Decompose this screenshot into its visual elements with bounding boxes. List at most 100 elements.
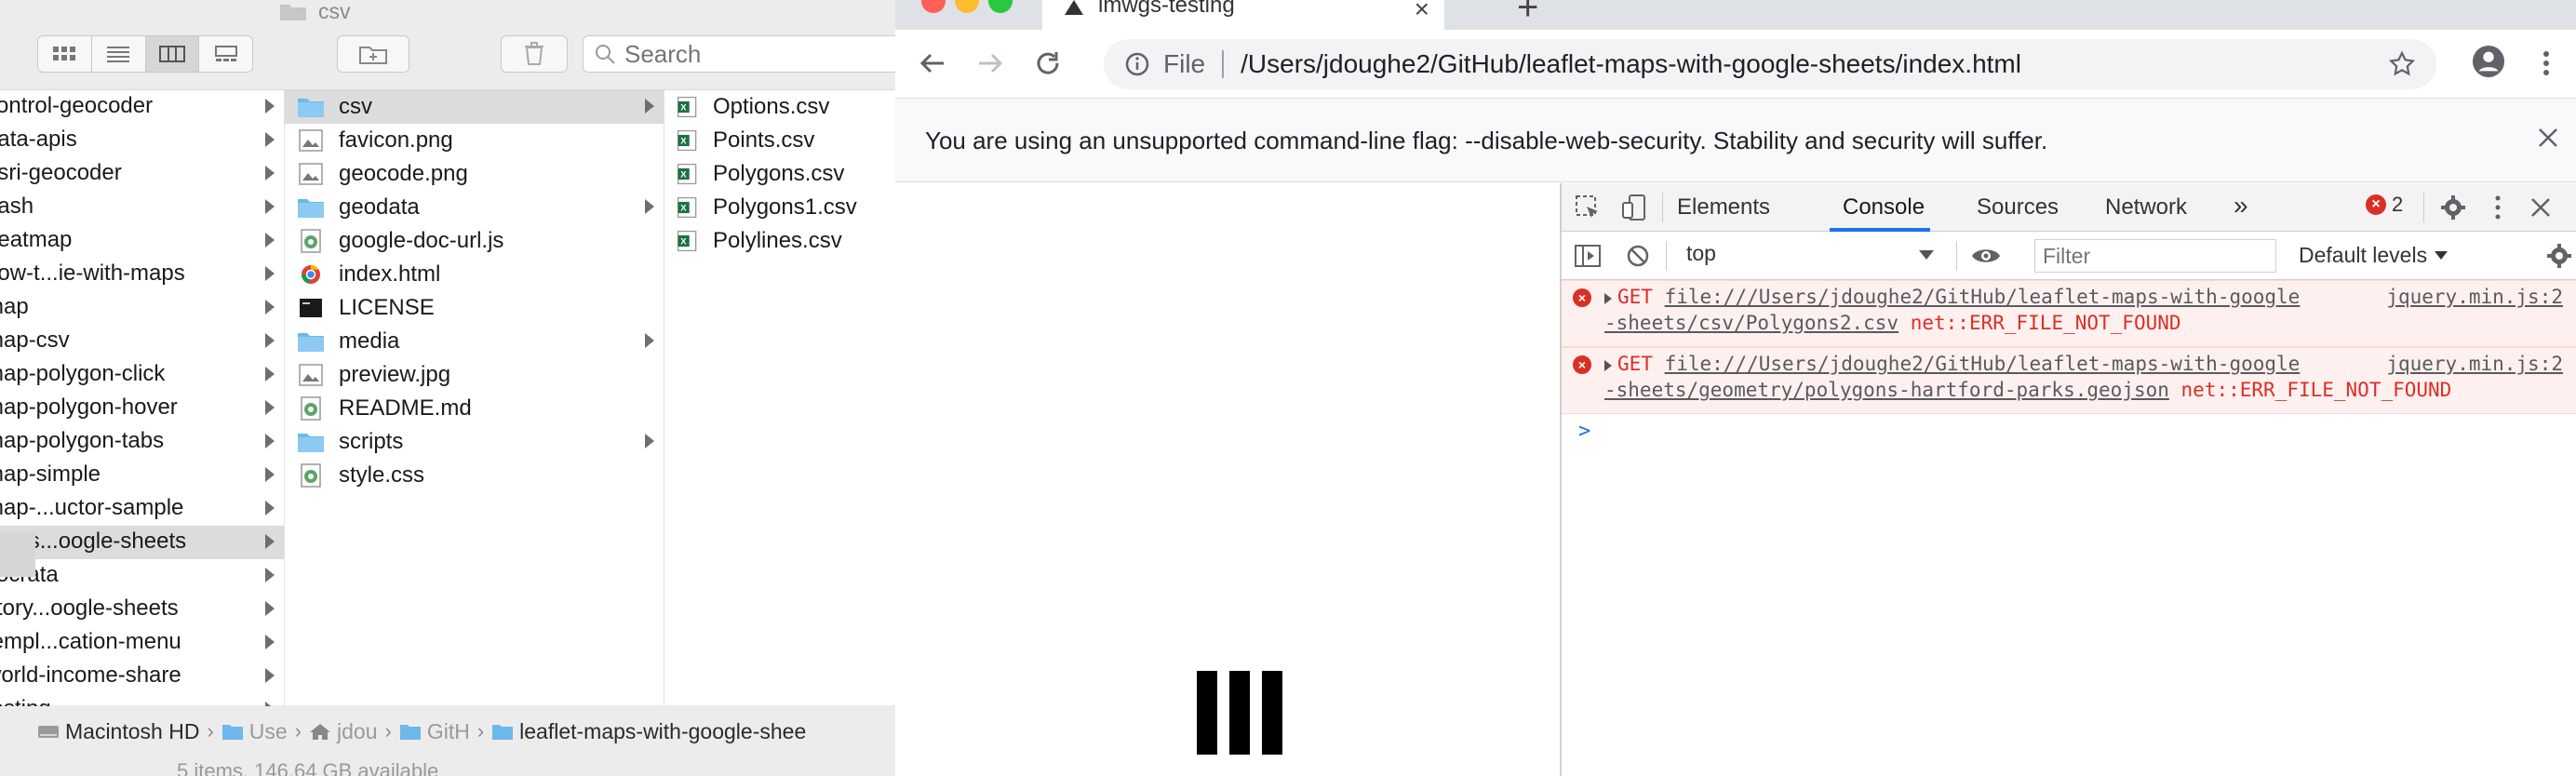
console-prompt[interactable]: > bbox=[1578, 420, 1590, 443]
search-input[interactable] bbox=[624, 39, 866, 69]
list-view-button[interactable] bbox=[92, 36, 146, 72]
minimize-window-button[interactable] bbox=[955, 0, 979, 13]
new-tab-button[interactable]: + bbox=[1517, 0, 1538, 29]
bookmark-star-icon[interactable] bbox=[2388, 50, 2416, 78]
new-folder-button[interactable] bbox=[337, 35, 409, 73]
list-item[interactable]: preview.jpg bbox=[285, 358, 664, 392]
list-item[interactable]: X Polylines.csv bbox=[664, 224, 895, 258]
path-segment[interactable]: jdou bbox=[309, 719, 377, 744]
list-item[interactable]: map-simple bbox=[0, 459, 284, 492]
source-link[interactable]: jquery.min.js:2 bbox=[2386, 352, 2563, 376]
expand-triangle-icon[interactable] bbox=[1604, 360, 1612, 371]
list-item[interactable]: X Points.csv bbox=[664, 124, 895, 157]
list-item-label: csv bbox=[339, 94, 372, 119]
more-tabs-icon[interactable]: » bbox=[2234, 191, 2248, 221]
device-toolbar-button[interactable] bbox=[1619, 193, 1649, 222]
finder-search-field[interactable] bbox=[583, 35, 899, 73]
close-tab-icon[interactable]: × bbox=[1415, 0, 1429, 24]
profile-button[interactable] bbox=[2472, 45, 2505, 78]
list-item[interactable]: map-polygon-tabs bbox=[0, 425, 284, 459]
list-item[interactable]: hash bbox=[0, 191, 284, 224]
list-item[interactable]: heatmap bbox=[0, 224, 284, 258]
list-item[interactable]: X Options.csv bbox=[664, 90, 895, 124]
list-item[interactable]: index.html bbox=[285, 258, 664, 291]
list-item[interactable]: map-polygon-hover bbox=[0, 392, 284, 425]
request-url-cont[interactable]: -sheets/geometry/polygons-hartford-parks… bbox=[1604, 379, 2169, 401]
list-item[interactable]: geodata bbox=[285, 191, 664, 224]
list-item[interactable]: style.css bbox=[285, 459, 664, 492]
forward-button[interactable] bbox=[973, 47, 1007, 80]
source-link[interactable]: jquery.min.js:2 bbox=[2386, 285, 2563, 309]
back-button[interactable] bbox=[916, 47, 949, 80]
log-levels-dropdown[interactable]: Default levels bbox=[2299, 243, 2449, 268]
list-item[interactable]: world-income-share bbox=[0, 660, 284, 693]
tab-console[interactable]: Console bbox=[1843, 194, 1925, 221]
path-segment[interactable]: GitH bbox=[399, 719, 470, 744]
list-item[interactable]: map-...uctor-sample bbox=[0, 492, 284, 526]
list-item[interactable]: socrata bbox=[0, 559, 284, 593]
context-selector[interactable]: top bbox=[1686, 241, 1939, 271]
path-segment[interactable]: Macintosh HD bbox=[37, 719, 199, 744]
list-item[interactable]: geocode.png bbox=[285, 157, 664, 191]
list-item[interactable]: how-t...ie-with-maps bbox=[0, 258, 284, 291]
request-url[interactable]: file:///Users/jdoughe2/GitHub/leaflet-ma… bbox=[1665, 353, 2301, 375]
list-item[interactable]: X Polygons1.csv bbox=[664, 191, 895, 224]
devtools-settings-button[interactable] bbox=[2438, 193, 2468, 222]
spreadsheet-file-icon: X bbox=[676, 94, 700, 120]
list-item[interactable]: favicon.png bbox=[285, 124, 664, 157]
list-item[interactable]: esri-geocoder bbox=[0, 157, 284, 191]
list-item[interactable]: X Polygons.csv bbox=[664, 157, 895, 191]
list-item[interactable]: templ...cation-menu bbox=[0, 626, 284, 660]
chrome-menu-button[interactable] bbox=[2529, 47, 2563, 80]
reload-button[interactable] bbox=[1031, 47, 1065, 80]
path-segment[interactable]: leaflet-maps-with-google-shee bbox=[491, 719, 806, 744]
devtools-menu-button[interactable] bbox=[2483, 193, 2513, 222]
url-text[interactable]: /Users/jdoughe2/GitHub/leaflet-maps-with… bbox=[1241, 49, 2021, 79]
console-sidebar-button[interactable] bbox=[1573, 241, 1603, 271]
error-counter[interactable]: × 2 bbox=[2366, 193, 2403, 217]
tab-network[interactable]: Network bbox=[2105, 194, 2187, 221]
close-window-button[interactable] bbox=[921, 0, 946, 13]
inspect-element-button[interactable] bbox=[1573, 193, 1603, 222]
address-bar[interactable]: File /Users/jdoughe2/GitHub/leaflet-maps… bbox=[1104, 39, 2436, 89]
request-url-cont[interactable]: -sheets/csv/Polygons2.csv bbox=[1604, 312, 1898, 334]
path-segment[interactable]: Use bbox=[221, 719, 288, 744]
inspect-icon bbox=[1576, 195, 1598, 218]
icon-view-button[interactable] bbox=[38, 36, 92, 72]
list-item[interactable]: testing bbox=[0, 693, 284, 706]
zoom-window-button[interactable] bbox=[988, 0, 1013, 13]
console-error-message[interactable]: × GET file:///Users/jdoughe2/GitHub/leaf… bbox=[1562, 280, 2576, 347]
list-item-label: hash bbox=[0, 194, 34, 219]
trash-button[interactable] bbox=[501, 35, 568, 73]
console-error-message[interactable]: × GET file:///Users/jdoughe2/GitHub/leaf… bbox=[1562, 347, 2576, 414]
request-url[interactable]: file:///Users/jdoughe2/GitHub/leaflet-ma… bbox=[1665, 286, 2301, 308]
list-item[interactable]: map-polygon-click bbox=[0, 358, 284, 392]
list-item[interactable]: maps...oogle-sheets bbox=[0, 526, 284, 559]
list-item-label: map-simple bbox=[0, 462, 101, 487]
devtools-close-button[interactable] bbox=[2526, 193, 2556, 222]
list-item[interactable]: control-geocoder bbox=[0, 90, 284, 124]
list-item-label: testing bbox=[0, 696, 51, 706]
tab-sources[interactable]: Sources bbox=[1977, 194, 2059, 221]
list-item[interactable]: google-doc-url.js bbox=[285, 224, 664, 258]
live-expression-button[interactable] bbox=[1971, 241, 2001, 271]
console-filter-input[interactable] bbox=[2034, 239, 2276, 273]
list-item[interactable]: README.md bbox=[285, 392, 664, 425]
list-item[interactable]: map-csv bbox=[0, 325, 284, 358]
gallery-view-button[interactable] bbox=[199, 36, 252, 72]
list-item[interactable]: scripts bbox=[285, 425, 664, 459]
infobar-close-button[interactable] bbox=[2537, 127, 2559, 154]
arrow-left-icon bbox=[919, 53, 944, 74]
list-item[interactable]: LICENSE bbox=[285, 291, 664, 325]
list-item[interactable]: data-apis bbox=[0, 124, 284, 157]
list-item[interactable]: map bbox=[0, 291, 284, 325]
browser-tab[interactable]: lmwgs-testing × bbox=[1042, 0, 1444, 30]
list-item[interactable]: media bbox=[285, 325, 664, 358]
column-view-button[interactable] bbox=[145, 36, 200, 72]
tab-elements[interactable]: Elements bbox=[1677, 194, 1770, 221]
clear-console-button[interactable] bbox=[1623, 241, 1653, 271]
expand-triangle-icon[interactable] bbox=[1604, 293, 1612, 304]
console-settings-button[interactable] bbox=[2544, 241, 2574, 271]
list-item[interactable]: story...oogle-sheets bbox=[0, 593, 284, 626]
list-item[interactable]: csv bbox=[285, 90, 664, 124]
